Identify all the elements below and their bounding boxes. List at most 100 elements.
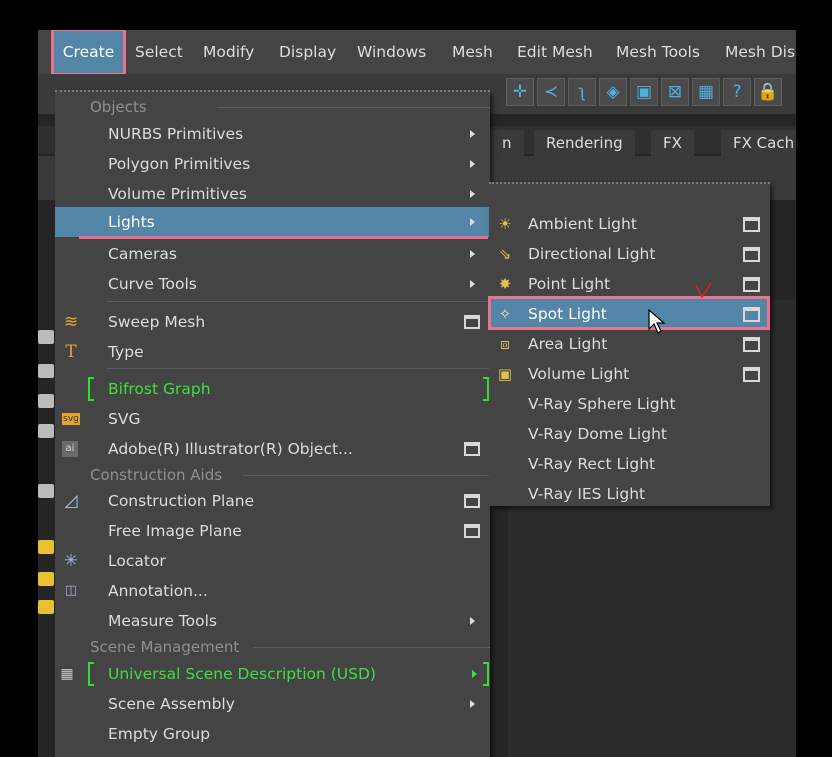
volume-light-icon: ▣ <box>497 365 513 383</box>
menu-item-construction-plane[interactable]: ◿ Construction Plane <box>55 486 490 516</box>
submenu-item-vray-dome-light[interactable]: V-Ray Dome Light <box>489 419 770 449</box>
render-clip-icon[interactable]: ▦ <box>692 78 720 106</box>
tool-icon[interactable] <box>38 330 54 344</box>
menu-modify[interactable]: Modify <box>203 30 254 74</box>
menu-item-nurbs-primitives[interactable]: NURBS Primitives <box>55 119 490 149</box>
option-box-icon[interactable] <box>464 524 480 538</box>
tab-partial[interactable]: n <box>490 130 524 156</box>
lights-underline-annotation <box>79 236 488 239</box>
snap-view-icon[interactable]: ▣ <box>630 78 658 106</box>
menu-item-volume-primitives[interactable]: Volume Primitives <box>55 179 490 209</box>
menu-item-scene-assembly[interactable]: Scene Assembly <box>55 689 490 719</box>
submenu-arrow-icon <box>470 130 475 138</box>
menu-item-label: Type <box>108 343 144 361</box>
menu-item-cameras[interactable]: Cameras <box>55 239 490 269</box>
menu-item-type[interactable]: T Type <box>55 337 490 367</box>
construction-plane-icon: ◿ <box>64 491 78 511</box>
menu-mesh-tools[interactable]: Mesh Tools <box>616 30 700 74</box>
option-box-icon[interactable] <box>743 367 760 382</box>
submenu-arrow-icon <box>470 250 475 258</box>
snap-surface-icon[interactable]: ⊠ <box>661 78 689 106</box>
menu-edit-mesh[interactable]: Edit Mesh <box>517 30 593 74</box>
tear-off-bar[interactable] <box>489 182 770 188</box>
menu-item-label: Scene Assembly <box>108 695 235 713</box>
menu-item-label: Universal Scene Description (USD) <box>108 665 376 683</box>
menu-select[interactable]: Select <box>135 30 183 74</box>
menu-item-label: Curve Tools <box>108 275 197 293</box>
locator-icon: ✳ <box>63 551 79 571</box>
lock-icon[interactable]: 🔒 <box>754 78 782 106</box>
menu-item-annotation[interactable]: ◫ Annotation... <box>55 576 490 606</box>
green-bracket-right <box>483 662 489 686</box>
snap-path-icon[interactable]: ʅ <box>568 78 596 106</box>
menu-display[interactable]: Display <box>279 30 336 74</box>
menu-item-free-image-plane[interactable]: Free Image Plane <box>55 516 490 546</box>
menu-item-label: Volume Light <box>528 365 630 383</box>
menu-item-polygon-primitives[interactable]: Polygon Primitives <box>55 149 490 179</box>
submenu-arrow-icon <box>470 160 475 168</box>
submenu-arrow-icon <box>470 617 475 625</box>
menu-item-bifrost-graph[interactable]: Bifrost Graph <box>55 374 490 404</box>
menu-item-illustrator-object[interactable]: ai Adobe(R) Illustrator(R) Object... <box>55 434 490 464</box>
submenu-arrow-icon <box>470 280 475 288</box>
checkmark-annotation-icon <box>695 282 712 299</box>
menu-item-usd[interactable]: ▦ Universal Scene Description (USD) <box>55 659 490 689</box>
snap-point-icon[interactable]: ◈ <box>599 78 627 106</box>
menu-item-lights[interactable]: Lights <box>55 207 490 237</box>
divider <box>253 647 490 648</box>
option-box-icon[interactable] <box>743 247 760 262</box>
menu-item-sweep-mesh[interactable]: ≋ Sweep Mesh <box>55 307 490 337</box>
menu-windows[interactable]: Windows <box>357 30 426 74</box>
ambient-light-icon: ☀ <box>498 215 512 233</box>
menu-mesh-display[interactable]: Mesh Dis <box>725 30 795 74</box>
option-box-icon[interactable] <box>464 442 480 456</box>
menu-item-curve-tools[interactable]: Curve Tools <box>55 269 490 299</box>
option-box-icon[interactable] <box>743 337 760 352</box>
help-icon[interactable]: ? <box>723 78 751 106</box>
point-light-icon: ✸ <box>498 275 512 293</box>
option-box-icon[interactable] <box>464 315 480 329</box>
area-light-icon: ⧈ <box>500 335 510 353</box>
tab-fx-cache[interactable]: FX Cach <box>721 130 796 156</box>
submenu-item-vray-ies-light[interactable]: V-Ray IES Light <box>489 479 770 509</box>
menu-item-label: Directional Light <box>528 245 656 263</box>
submenu-item-volume-light[interactable]: ▣ Volume Light <box>489 359 770 389</box>
menu-item-locator[interactable]: ✳ Locator <box>55 546 490 576</box>
menu-item-label: Sweep Mesh <box>108 313 206 331</box>
section-header-scene-management: Scene Management <box>90 638 240 656</box>
menu-item-label: Volume Primitives <box>108 185 247 203</box>
submenu-item-vray-rect-light[interactable]: V-Ray Rect Light <box>489 449 770 479</box>
menu-item-label: V-Ray Sphere Light <box>528 395 676 413</box>
submenu-item-directional-light[interactable]: ⇘ Directional Light <box>489 239 770 269</box>
menu-item-label: Ambient Light <box>528 215 637 233</box>
tool-icon[interactable] <box>38 424 54 438</box>
submenu-item-point-light[interactable]: ✸ Point Light <box>489 269 770 299</box>
move-tool-icon[interactable]: ✛ <box>506 78 534 106</box>
submenu-item-ambient-light[interactable]: ☀ Ambient Light <box>489 209 770 239</box>
menu-item-measure-tools[interactable]: Measure Tools <box>55 606 490 636</box>
section-header-objects: Objects <box>90 98 147 116</box>
tab-fx[interactable]: FX <box>651 130 694 156</box>
option-box-icon[interactable] <box>743 277 760 292</box>
menu-item-label: Cameras <box>108 245 177 263</box>
tool-icon[interactable] <box>38 484 54 498</box>
submenu-item-area-light[interactable]: ⧈ Area Light <box>489 329 770 359</box>
menu-item-svg[interactable]: svg SVG <box>55 404 490 434</box>
menu-item-label: Area Light <box>528 335 608 353</box>
tool-icon[interactable] <box>38 364 54 378</box>
menu-item-empty-group[interactable]: Empty Group <box>55 719 490 749</box>
section-header-construction-aids: Construction Aids <box>90 466 223 484</box>
option-box-icon[interactable] <box>464 494 480 508</box>
tool-icon[interactable] <box>38 394 54 408</box>
menu-item-label: Lights <box>108 213 155 231</box>
snap-curve-icon[interactable]: ≺ <box>537 78 565 106</box>
menu-mesh[interactable]: Mesh <box>452 30 493 74</box>
submenu-arrow-icon <box>470 700 475 708</box>
option-box-icon[interactable] <box>743 217 760 232</box>
tool-icon[interactable] <box>38 572 54 586</box>
submenu-item-vray-sphere-light[interactable]: V-Ray Sphere Light <box>489 389 770 419</box>
divider <box>217 107 490 108</box>
tool-icon[interactable] <box>38 540 54 554</box>
tab-rendering[interactable]: Rendering <box>534 130 635 156</box>
tool-icon[interactable] <box>38 600 54 614</box>
